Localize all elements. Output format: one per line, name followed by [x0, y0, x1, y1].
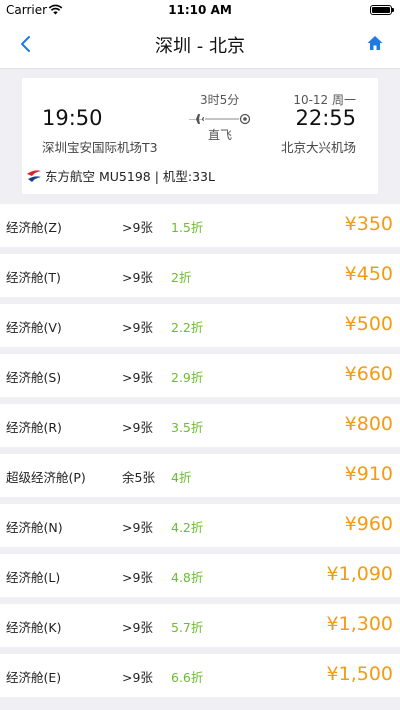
fare-price: ¥960: [344, 513, 393, 535]
fare-price: ¥910: [344, 463, 393, 485]
fare-price: ¥450: [344, 263, 393, 285]
flight-info-card: 19:50 3时5分 直飞 10-12 周一 22:55 深圳宝安国际机场T3 …: [22, 78, 378, 194]
cabin-class: 经济舱(T): [6, 270, 61, 285]
discount-label: 4折: [171, 470, 192, 485]
cabin-class: 经济舱(V): [6, 320, 62, 335]
fare-list: 经济舱(Z) >9张 1.5折 ¥350 经济舱(T) >9张 2折 ¥450 …: [0, 204, 400, 704]
seat-availability: >9张: [122, 220, 153, 235]
home-icon[interactable]: [366, 34, 384, 52]
fare-price: ¥500: [344, 313, 393, 335]
departure-time: 19:50: [42, 106, 103, 130]
fare-row[interactable]: 经济舱(N) >9张 4.2折 ¥960: [0, 504, 400, 547]
page-title: 深圳 - 北京: [155, 36, 245, 57]
seat-availability: >9张: [122, 270, 153, 285]
discount-label: 2.9折: [171, 370, 204, 385]
fare-price: ¥660: [344, 363, 393, 385]
fare-price: ¥1,300: [326, 613, 393, 635]
clock: 11:10 AM: [168, 3, 232, 17]
cabin-class: 经济舱(N): [6, 520, 63, 535]
seat-availability: 余5张: [122, 470, 155, 485]
fare-row[interactable]: 经济舱(Z) >9张 1.5折 ¥350: [0, 204, 400, 247]
cabin-class: 经济舱(R): [6, 420, 62, 435]
cabin-class: 超级经济舱(P): [6, 470, 86, 485]
arrival-airport: 北京大兴机场: [280, 140, 356, 155]
discount-label: 6.6折: [171, 670, 204, 685]
discount-label: 4.8折: [171, 570, 204, 585]
fare-row[interactable]: 经济舱(S) >9张 2.9折 ¥660: [0, 354, 400, 397]
fare-price: ¥1,500: [326, 663, 393, 685]
cabin-class: 经济舱(E): [6, 670, 62, 685]
airline-row: 东方航空 MU5198 | 机型:33L: [26, 166, 215, 185]
china-eastern-logo-icon: [27, 169, 41, 182]
plane-route-icon: [189, 113, 251, 125]
status-bar: Carrier 11:10 AM: [0, 0, 400, 20]
cabin-class: 经济舱(Z): [6, 220, 62, 235]
battery-icon: [370, 5, 394, 15]
seat-availability: >9张: [122, 520, 153, 535]
fare-price: ¥350: [344, 213, 393, 235]
discount-label: 2折: [171, 270, 192, 285]
stop-type: 直飞: [208, 128, 233, 142]
fare-row[interactable]: 超级经济舱(P) 余5张 4折 ¥910: [0, 454, 400, 497]
discount-label: 5.7折: [171, 620, 204, 635]
discount-label: 3.5折: [171, 420, 204, 435]
seat-availability: >9张: [122, 620, 153, 635]
seat-availability: >9张: [122, 670, 153, 685]
fare-row[interactable]: 经济舱(K) >9张 5.7折 ¥1,300: [0, 604, 400, 647]
cabin-class: 经济舱(K): [6, 620, 62, 635]
seat-availability: >9张: [122, 570, 153, 585]
discount-label: 1.5折: [171, 220, 204, 235]
discount-label: 4.2折: [171, 520, 204, 535]
flight-duration: 3时5分: [200, 93, 240, 107]
fare-price: ¥1,090: [326, 563, 393, 585]
arrival-time: 22:55: [295, 106, 356, 130]
seat-availability: >9张: [122, 370, 153, 385]
fare-row[interactable]: 经济舱(V) >9张 2.2折 ¥500: [0, 304, 400, 347]
nav-bar: 深圳 - 北京: [0, 20, 400, 69]
seat-availability: >9张: [122, 320, 153, 335]
fare-row[interactable]: 经济舱(T) >9张 2折 ¥450: [0, 254, 400, 297]
fare-row[interactable]: 经济舱(E) >9张 6.6折 ¥1,500: [0, 654, 400, 697]
cabin-class: 经济舱(L): [6, 570, 61, 585]
airline-info: 东方航空 MU5198 | 机型:33L: [45, 169, 215, 184]
discount-label: 2.2折: [171, 320, 204, 335]
fare-row[interactable]: 经济舱(L) >9张 4.8折 ¥1,090: [0, 554, 400, 597]
cabin-class: 经济舱(S): [6, 370, 62, 385]
fare-price: ¥800: [344, 413, 393, 435]
fare-row[interactable]: 经济舱(R) >9张 3.5折 ¥800: [0, 404, 400, 447]
seat-availability: >9张: [122, 420, 153, 435]
departure-airport: 深圳宝安国际机场T3: [42, 140, 158, 155]
